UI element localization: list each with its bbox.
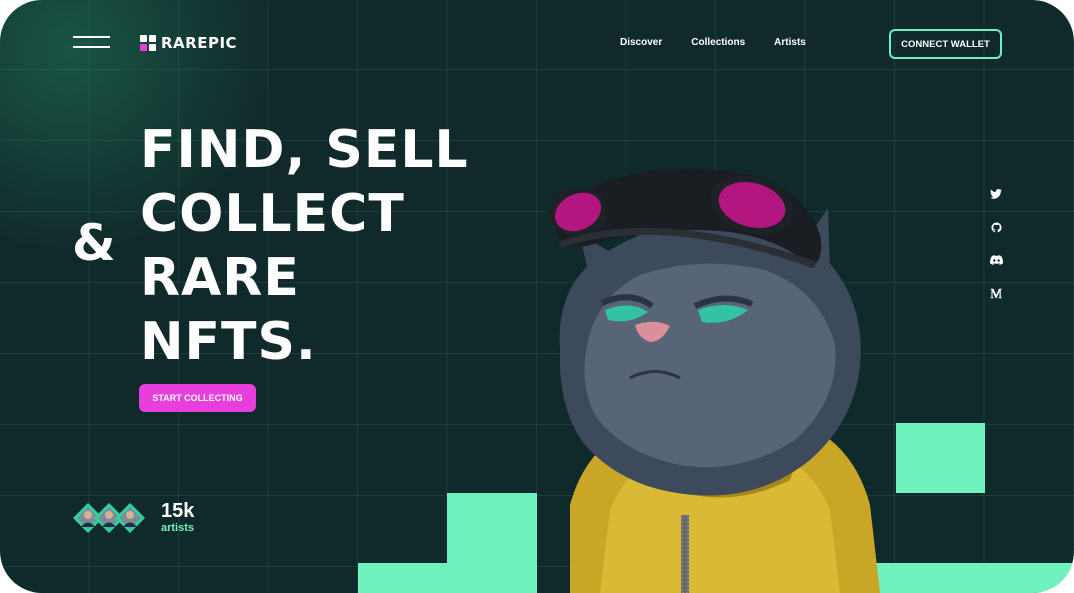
- cat-illustration: [548, 168, 880, 593]
- artist-count-label: artists: [161, 522, 195, 534]
- twitter-icon[interactable]: [987, 186, 1005, 202]
- hero-line: NFTS.: [140, 312, 317, 372]
- accent-block: [447, 493, 537, 593]
- landing-page: RAREPIC Discover Collections Artists CON…: [0, 0, 1074, 593]
- hero-ampersand: &: [72, 214, 116, 272]
- nav-collections[interactable]: Collections: [691, 37, 745, 48]
- connect-wallet-button[interactable]: CONNECT WALLET: [889, 29, 1002, 59]
- brand-name: RAREPIC: [161, 34, 238, 52]
- hamburger-menu-icon[interactable]: [73, 36, 110, 52]
- artist-count: 15k: [161, 500, 195, 522]
- discord-icon[interactable]: [987, 252, 1005, 268]
- main-nav: Discover Collections Artists: [620, 37, 806, 48]
- hero-headline: FIND, SELL COLLECT RARE NFTS.: [140, 118, 469, 374]
- hero-line: COLLECT: [140, 184, 405, 244]
- medium-icon[interactable]: [987, 285, 1005, 301]
- nav-artists[interactable]: Artists: [774, 37, 806, 48]
- accent-block: [358, 563, 448, 593]
- artist-avatars: [72, 502, 147, 534]
- start-collecting-button[interactable]: START COLLECTING: [139, 384, 256, 412]
- logo-mark-icon: [140, 35, 156, 51]
- brand-logo[interactable]: RAREPIC: [140, 34, 237, 52]
- nav-discover[interactable]: Discover: [620, 37, 662, 48]
- avatar: [115, 503, 145, 533]
- hero-line: FIND, SELL: [140, 120, 469, 180]
- github-icon[interactable]: [987, 219, 1005, 235]
- social-links: [987, 186, 1005, 301]
- hero-line: RARE: [140, 248, 300, 308]
